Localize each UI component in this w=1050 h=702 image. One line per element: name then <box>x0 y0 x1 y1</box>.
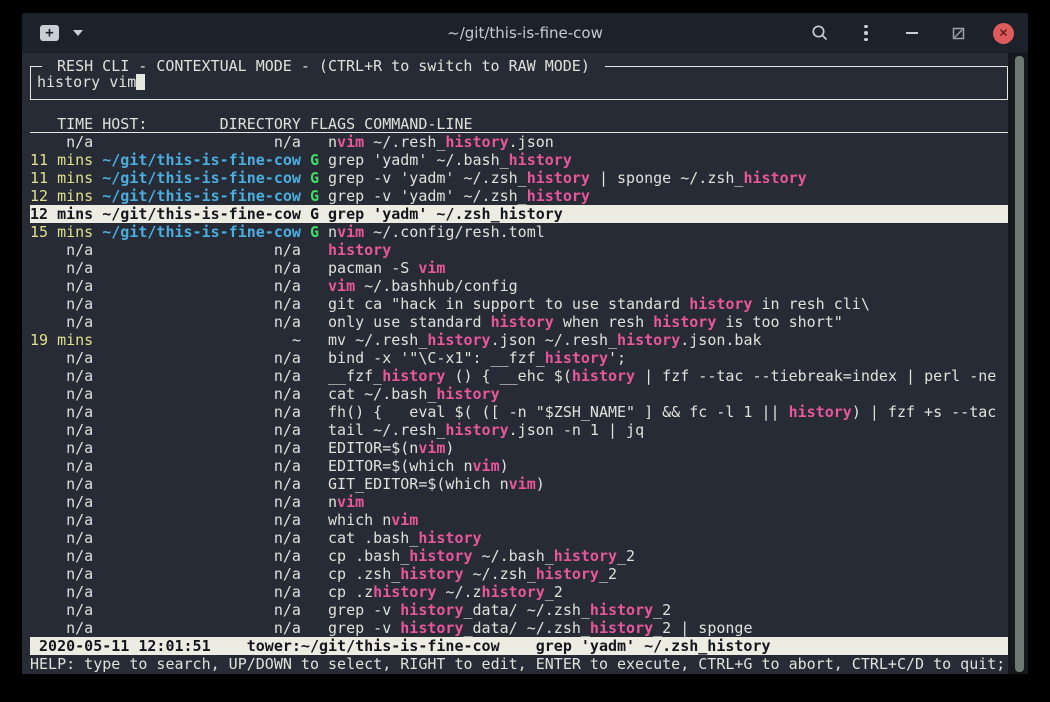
history-row[interactable]: n/a n/a GIT_EDITOR=$(which nvim) <box>30 475 1008 493</box>
menu-kebab-icon[interactable] <box>855 22 877 44</box>
history-row[interactable]: n/a n/a nvim <box>30 493 1008 511</box>
history-row[interactable]: n/a n/a __fzf_history () { __ehc $(histo… <box>30 367 1008 385</box>
history-row[interactable]: n/a n/a only use standard history when r… <box>30 313 1008 331</box>
history-table-header: TIME HOST: DIRECTORY FLAGS COMMAND-LINE <box>30 115 1008 133</box>
close-button[interactable]: ✕ <box>993 23 1014 44</box>
history-row[interactable]: n/a n/a EDITOR=$(which nvim) <box>30 457 1008 475</box>
history-row[interactable]: n/a n/a tail ~/.resh_history.json -n 1 |… <box>30 421 1008 439</box>
history-row[interactable]: n/a n/a vim ~/.bashhub/config <box>30 277 1008 295</box>
titlebar: + ~/git/this-is-fine-cow ✕ <box>22 13 1028 53</box>
history-row[interactable]: n/a n/a cp .zsh_history ~/.zsh_history_2 <box>30 565 1008 583</box>
restore-icon <box>952 27 965 40</box>
history-row[interactable]: n/a n/a history <box>30 241 1008 259</box>
history-row[interactable]: n/a n/a which nvim <box>30 511 1008 529</box>
history-row[interactable]: 11 mins ~/git/this-is-fine-cow G grep 'y… <box>30 151 1008 169</box>
terminal-content: RESH CLI - CONTEXTUAL MODE - (CTRL+R to … <box>22 53 1028 674</box>
search-icon[interactable] <box>809 22 831 44</box>
history-row-selected[interactable]: 12 mins ~/git/this-is-fine-cow G grep 'y… <box>30 205 1008 223</box>
history-row[interactable]: n/a n/a EDITOR=$(nvim) <box>30 439 1008 457</box>
history-row[interactable]: n/a n/a pacman -S vim <box>30 259 1008 277</box>
history-row[interactable]: n/a n/a cp .zhistory ~/.zhistory_2 <box>30 583 1008 601</box>
help-line: HELP: type to search, UP/DOWN to select,… <box>30 655 1008 673</box>
resh-search-panel: RESH CLI - CONTEXTUAL MODE - (CTRL+R to … <box>30 66 1008 100</box>
history-row[interactable]: 15 mins ~/git/this-is-fine-cow G nvim ~/… <box>30 223 1008 241</box>
history-row[interactable]: n/a n/a cp .bash_history ~/.bash_history… <box>30 547 1008 565</box>
history-row[interactable]: n/a n/a nvim ~/.resh_history.json <box>30 133 1008 151</box>
history-row[interactable]: n/a n/a bind -x '"\C-x1": __fzf_history'… <box>30 349 1008 367</box>
history-row[interactable]: n/a n/a grep -v history_data/ ~/.zsh_his… <box>30 601 1008 619</box>
text-cursor <box>136 74 145 90</box>
history-row[interactable]: n/a n/a grep -v history_data/ ~/.zsh_his… <box>30 619 1008 637</box>
scrollbar-thumb[interactable] <box>1015 56 1024 672</box>
terminal-window: + ~/git/this-is-fine-cow ✕ <box>22 13 1028 674</box>
history-row[interactable]: n/a n/a fh() { eval $( ([ -n "$ZSH_NAME"… <box>30 403 1008 421</box>
restore-button[interactable] <box>947 22 969 44</box>
search-query-text: history vim <box>37 73 136 91</box>
search-icon-glyph <box>811 24 829 42</box>
history-row[interactable]: n/a n/a git ca "hack in support to use s… <box>30 295 1008 313</box>
history-row[interactable]: n/a n/a cat ~/.bash_history <box>30 385 1008 403</box>
history-row[interactable]: 11 mins ~/git/this-is-fine-cow G grep -v… <box>30 169 1008 187</box>
history-list: n/a n/a nvim ~/.resh_history.json11 mins… <box>30 133 1008 637</box>
status-bar: 2020-05-11 12:01:51 tower:~/git/this-is-… <box>30 637 1008 655</box>
minimize-button[interactable] <box>901 22 923 44</box>
search-input[interactable]: history vim <box>37 73 145 91</box>
history-row[interactable]: n/a n/a cat .bash_history <box>30 529 1008 547</box>
history-row[interactable]: 12 mins ~/git/this-is-fine-cow G grep -v… <box>30 187 1008 205</box>
scrollbar-track[interactable] <box>1008 53 1028 674</box>
history-row[interactable]: 19 mins ~ mv ~/.resh_history.json ~/.res… <box>30 331 1008 349</box>
